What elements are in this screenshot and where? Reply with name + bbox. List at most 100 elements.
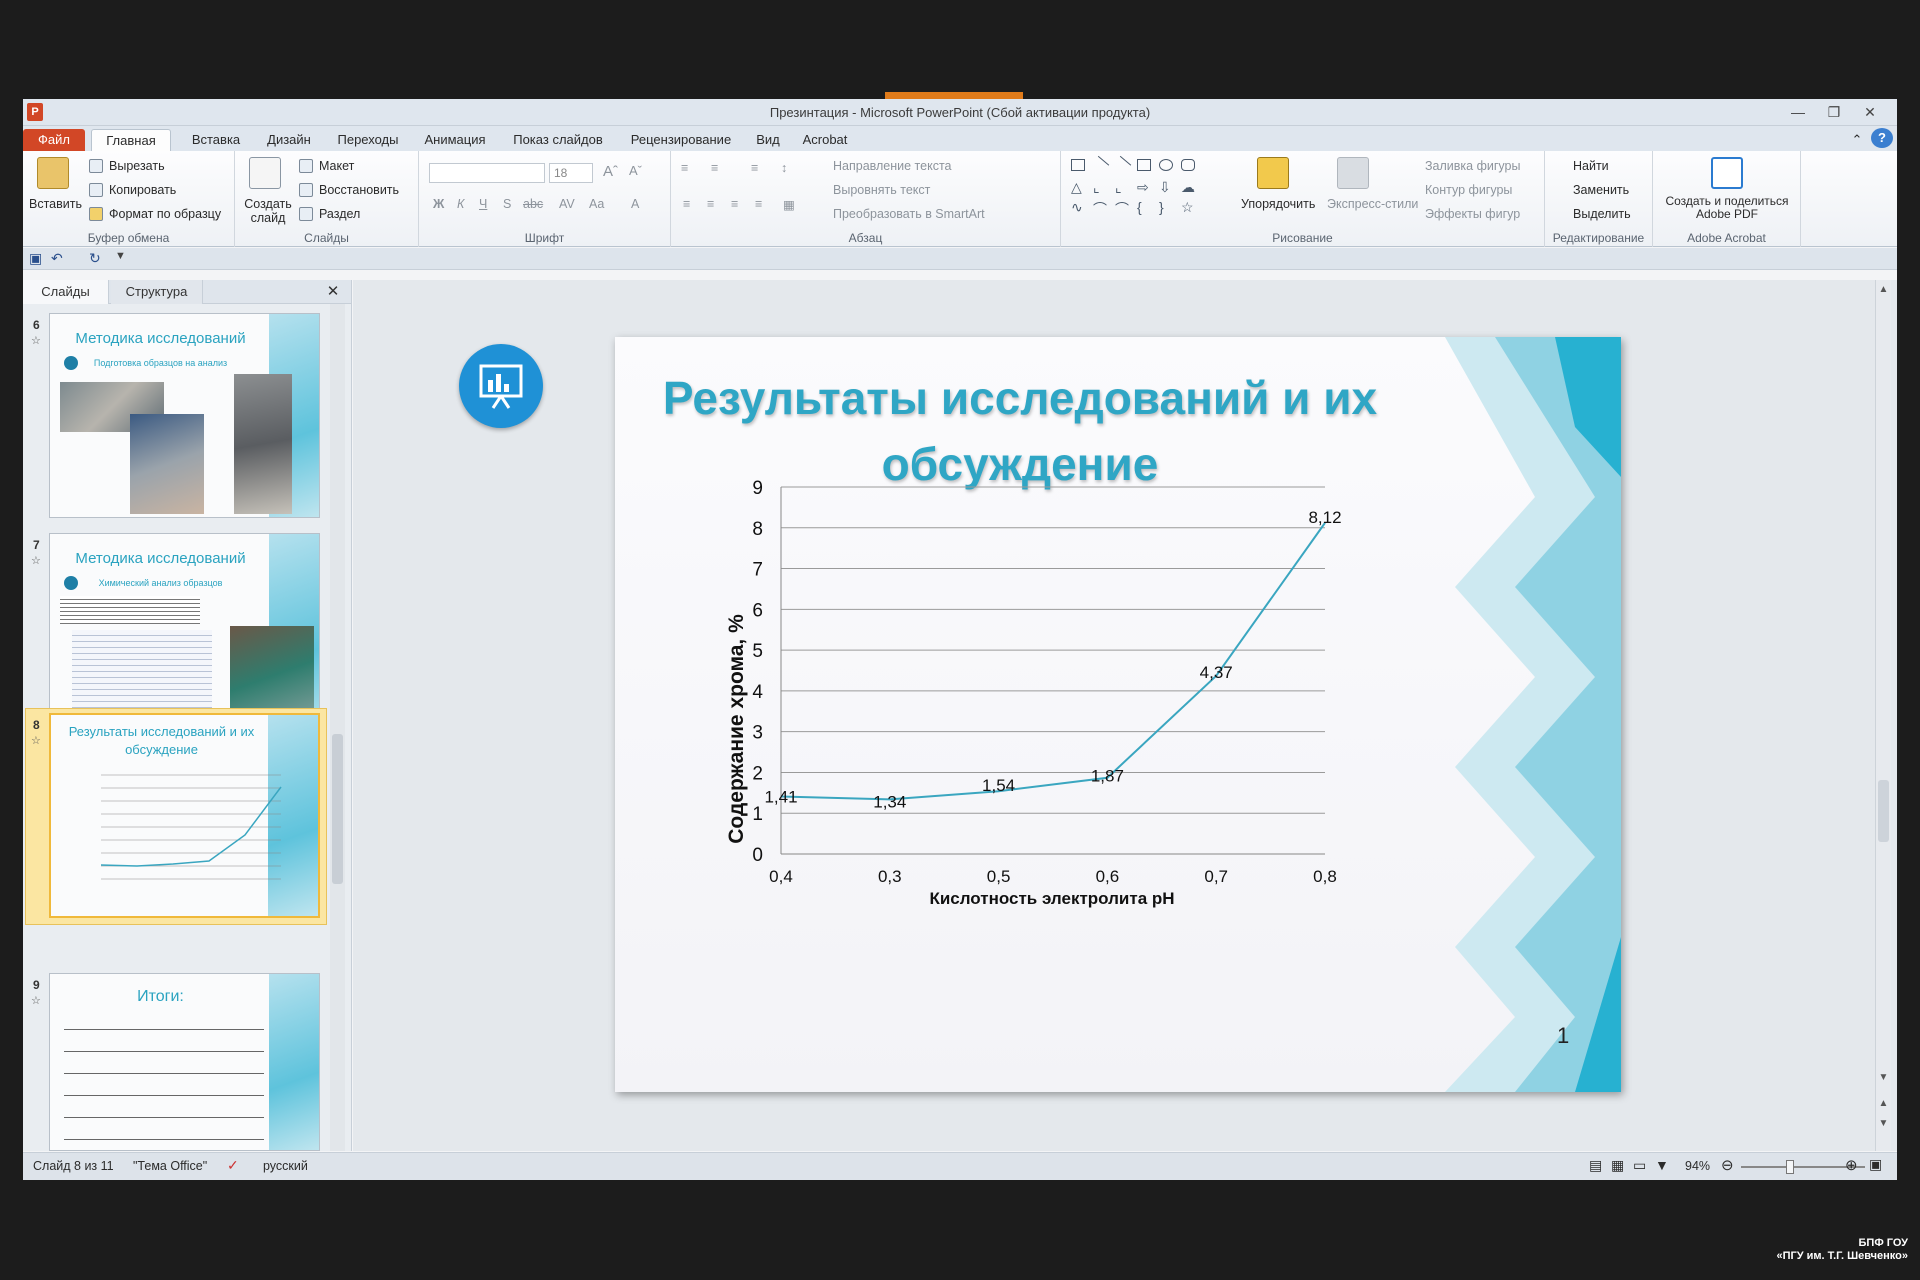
- freeform-shape-icon[interactable]: ∿: [1071, 199, 1083, 216]
- find-button[interactable]: Найти: [1573, 159, 1609, 173]
- line-spacing-icon[interactable]: ↕: [781, 161, 787, 175]
- slide-thumb-8[interactable]: Результаты исследований и их обсуждение: [49, 713, 320, 918]
- paste-button[interactable]: Вставить: [29, 197, 82, 211]
- align-left-icon[interactable]: ≡: [683, 197, 690, 211]
- copy-button[interactable]: Копировать: [109, 183, 176, 197]
- align-right-icon[interactable]: ≡: [731, 197, 738, 211]
- presentation-chart-icon[interactable]: [459, 344, 543, 428]
- align-center-icon[interactable]: ≡: [707, 197, 714, 211]
- slideshow-icon[interactable]: ▼: [1655, 1157, 1669, 1173]
- elbow-shape-icon[interactable]: ⌞: [1115, 179, 1122, 196]
- tab-review[interactable]: Рецензирование: [621, 129, 741, 151]
- tab-view[interactable]: Вид: [749, 129, 787, 151]
- create-pdf-icon[interactable]: [1711, 157, 1743, 189]
- strikethrough-icon[interactable]: abc: [523, 197, 543, 211]
- slide-sorter-icon[interactable]: ▦: [1611, 1157, 1624, 1174]
- zoom-level[interactable]: 94%: [1685, 1159, 1710, 1173]
- close-panel-icon[interactable]: ✕: [323, 280, 343, 304]
- shadow-icon[interactable]: S: [503, 197, 511, 211]
- numbering-icon[interactable]: ≡: [711, 161, 718, 175]
- prev-slide-icon[interactable]: ▲: [1877, 1098, 1890, 1109]
- rounded-rect-shape-icon[interactable]: [1181, 159, 1195, 171]
- ribbon-collapse-icon[interactable]: ⌃: [1847, 129, 1867, 151]
- zoom-out-icon[interactable]: ⊖: [1721, 1156, 1734, 1174]
- select-button[interactable]: Выделить: [1573, 207, 1631, 221]
- brace-left-shape-icon[interactable]: {: [1137, 199, 1142, 215]
- tab-outline[interactable]: Структура: [111, 280, 203, 304]
- slide-thumb-9[interactable]: Итоги:: [49, 973, 320, 1151]
- bold-icon[interactable]: Ж: [433, 197, 444, 211]
- shrink-font-icon[interactable]: Aˇ: [629, 163, 642, 178]
- slide-canvas[interactable]: Результаты исследований и их обсуждение …: [615, 337, 1621, 1092]
- normal-view-icon[interactable]: ▤: [1589, 1157, 1602, 1174]
- quick-styles-icon[interactable]: [1337, 157, 1369, 189]
- restore-icon[interactable]: ❐: [1821, 102, 1847, 122]
- shape-fill-button[interactable]: Заливка фигуры: [1425, 159, 1520, 173]
- quick-styles-button[interactable]: Экспресс-стили: [1327, 197, 1418, 211]
- replace-button[interactable]: Заменить: [1573, 183, 1629, 197]
- spacing-icon[interactable]: AV: [559, 197, 575, 211]
- save-icon[interactable]: ▣: [29, 250, 42, 267]
- tab-slideshow[interactable]: Показ слайдов: [503, 129, 613, 151]
- cloud-shape-icon[interactable]: ☁: [1181, 179, 1195, 196]
- brace-right-shape-icon[interactable]: }: [1159, 199, 1164, 215]
- italic-icon[interactable]: К: [457, 197, 464, 211]
- spellcheck-icon[interactable]: ✓: [227, 1157, 239, 1174]
- arrange-button[interactable]: Упорядочить: [1241, 197, 1315, 211]
- tab-insert[interactable]: Вставка: [181, 129, 251, 151]
- panel-scroll-thumb[interactable]: [332, 734, 343, 884]
- oval-shape-icon[interactable]: [1159, 159, 1173, 171]
- down-arrow-shape-icon[interactable]: ⇩: [1159, 179, 1171, 196]
- tab-animation[interactable]: Анимация: [415, 129, 495, 151]
- tab-design[interactable]: Дизайн: [257, 129, 321, 151]
- line-shape-icon[interactable]: [1090, 155, 1110, 175]
- close-icon[interactable]: ✕: [1857, 102, 1883, 122]
- scroll-down-icon[interactable]: ▼: [1877, 1072, 1890, 1083]
- indent-icon[interactable]: ≡: [751, 161, 758, 175]
- slide-thumb-6[interactable]: Методика исследований Подготовка образцо…: [49, 313, 320, 518]
- zoom-in-icon[interactable]: ⊕: [1845, 1156, 1858, 1174]
- star-shape-icon[interactable]: ☆: [1181, 199, 1194, 216]
- help-icon[interactable]: ?: [1871, 128, 1893, 148]
- triangle-shape-icon[interactable]: △: [1071, 179, 1082, 196]
- language[interactable]: русский: [263, 1159, 308, 1173]
- create-pdf-button[interactable]: Создать и поделиться Adobe PDF: [1659, 195, 1795, 221]
- theme-name[interactable]: "Тема Office": [133, 1159, 207, 1173]
- font-color-icon[interactable]: A: [631, 197, 639, 211]
- connector-shape-icon[interactable]: ⌞: [1093, 179, 1100, 196]
- tab-transitions[interactable]: Переходы: [329, 129, 407, 151]
- rectangle-shape-icon[interactable]: [1137, 159, 1151, 171]
- tab-home[interactable]: Главная: [91, 129, 171, 151]
- new-slide-icon[interactable]: [249, 157, 281, 189]
- shapes-gallery[interactable]: △ ⌞ ⌞ ⇨ ⇩ ☁ ∿ ⌒ ⌒ { } ☆: [1071, 155, 1221, 221]
- change-case-icon[interactable]: Aa: [589, 197, 604, 211]
- fit-to-window-icon[interactable]: ▣: [1869, 1156, 1882, 1173]
- smartart-button[interactable]: Преобразовать в SmartArt: [833, 207, 985, 221]
- paste-icon[interactable]: [37, 157, 69, 189]
- next-slide-icon[interactable]: ▼: [1877, 1118, 1890, 1129]
- customize-qat-icon[interactable]: ▼: [115, 250, 126, 262]
- undo-icon[interactable]: ↶: [51, 250, 63, 267]
- textbox-shape-icon[interactable]: [1071, 159, 1085, 171]
- arrange-icon[interactable]: [1257, 157, 1289, 189]
- arc-shape-icon[interactable]: ⌒: [1115, 199, 1129, 219]
- editor-scroll-thumb[interactable]: [1878, 780, 1889, 842]
- layout-button[interactable]: Макет: [319, 159, 354, 173]
- shape-outline-button[interactable]: Контур фигуры: [1425, 183, 1512, 197]
- text-direction-button[interactable]: Направление текста: [833, 159, 952, 173]
- section-button[interactable]: Раздел: [319, 207, 360, 221]
- curve-shape-icon[interactable]: ⌒: [1093, 199, 1107, 219]
- font-size-combo[interactable]: 18: [549, 163, 593, 183]
- justify-icon[interactable]: ≡: [755, 197, 762, 211]
- chart[interactable]: 0123456789 0,4 0,3 0,5 0,6 0,7 0,8 1,41 1,341,…: [615, 337, 1621, 1092]
- scroll-up-icon[interactable]: ▲: [1877, 284, 1890, 295]
- new-slide-button[interactable]: Создать слайд: [243, 197, 293, 225]
- tab-acrobat[interactable]: Acrobat: [793, 129, 857, 151]
- right-arrow-shape-icon[interactable]: ⇨: [1137, 179, 1149, 196]
- grow-font-icon[interactable]: Aˆ: [603, 163, 618, 180]
- shape-effects-button[interactable]: Эффекты фигур: [1425, 207, 1520, 221]
- panel-scrollbar[interactable]: [330, 304, 345, 1151]
- zoom-slider-thumb[interactable]: [1786, 1160, 1794, 1174]
- underline-icon[interactable]: Ч: [479, 197, 487, 211]
- reset-button[interactable]: Восстановить: [319, 183, 399, 197]
